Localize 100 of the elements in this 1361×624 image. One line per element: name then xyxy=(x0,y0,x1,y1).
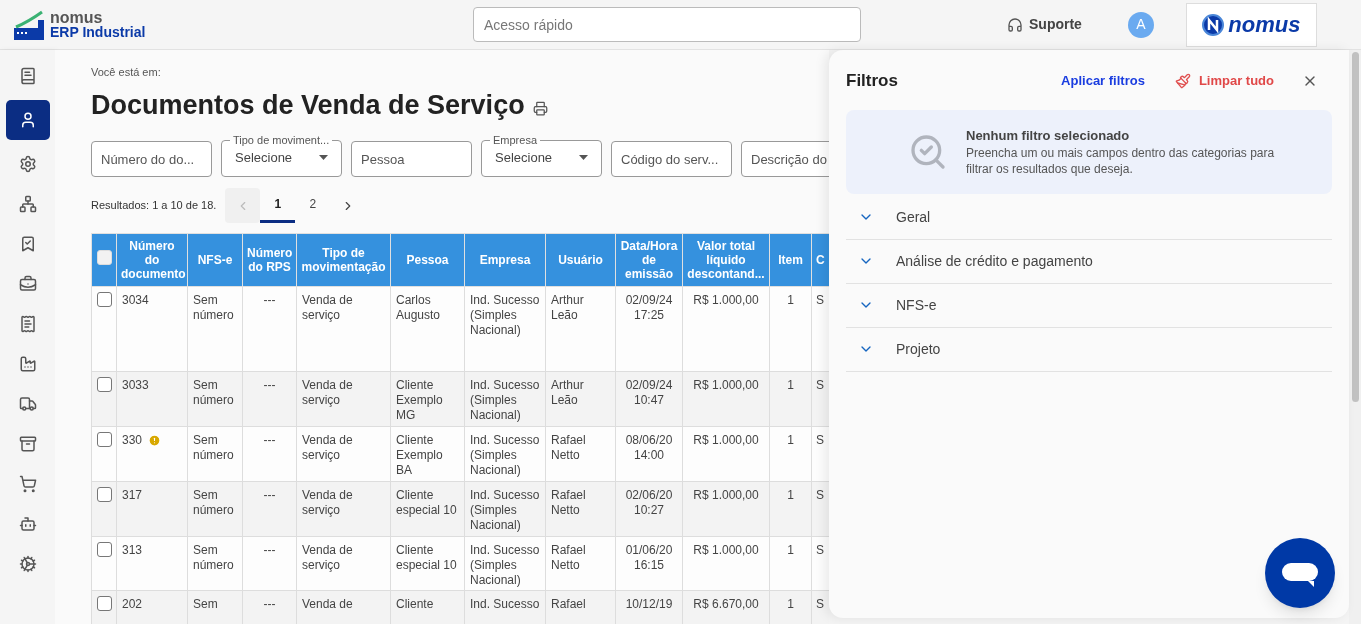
table-cell: Venda de serviço xyxy=(302,293,353,322)
filter-field[interactable]: Pessoa xyxy=(351,141,472,177)
table-cell: Sem xyxy=(193,597,218,611)
caret-icon xyxy=(579,155,588,161)
table-cell: 1 xyxy=(787,488,794,502)
table-cell: Venda de serviço xyxy=(302,378,353,407)
table-cell: Cliente Exemplo MG xyxy=(396,378,443,422)
table-cell: Cliente Exemplo BA xyxy=(396,433,443,477)
table-cell: Ind. Sucesso (Simples Nacional) xyxy=(470,293,540,337)
table-cell: S xyxy=(816,543,824,557)
archive-icon xyxy=(18,435,37,453)
logo-icon xyxy=(14,9,46,40)
select-field[interactable]: Tipo de moviment... Selecione xyxy=(221,135,342,177)
select-value: Selecione xyxy=(495,149,553,167)
filter-field[interactable]: Número do do... xyxy=(91,141,212,177)
table-cell: Sem número xyxy=(193,293,234,322)
book-icon xyxy=(18,67,37,85)
table-cell: 02/09/24 17:25 xyxy=(625,293,673,322)
scrollbar[interactable] xyxy=(1349,50,1361,624)
table-cell: 1 xyxy=(787,543,794,557)
table-cell: 313 xyxy=(122,543,143,558)
factory-icon xyxy=(18,355,37,373)
table-cell: Venda de serviço xyxy=(302,433,353,462)
sidebar-item[interactable] xyxy=(5,100,50,140)
table-cell: S xyxy=(816,433,824,447)
column-header[interactable]: Tipo de movimentação xyxy=(296,233,391,287)
table-cell: Arthur Leão xyxy=(551,378,584,407)
support-link[interactable]: Suporte xyxy=(1029,14,1082,35)
table-cell: 1 xyxy=(787,378,794,392)
checkbox[interactable] xyxy=(96,596,112,611)
table-cell: Ind. Sucesso (Simples Nacional) xyxy=(470,433,540,477)
table-cell: S xyxy=(816,293,824,307)
filter-section[interactable]: Projeto xyxy=(846,327,1332,372)
table-cell: Venda de serviço xyxy=(302,543,353,572)
page-title: Documentos de Venda de Serviço xyxy=(91,88,525,122)
table-cell: 1 xyxy=(787,597,794,611)
table-cell: 01/06/20 16:15 xyxy=(625,543,673,572)
table-cell: 10/12/19 xyxy=(625,597,673,611)
table-cell: 1 xyxy=(787,433,794,447)
breadcrumb: Você está em: xyxy=(91,65,162,80)
table-cell: Ind. Sucesso xyxy=(470,597,540,611)
panel-title: Filtros xyxy=(846,70,898,92)
warning-icon xyxy=(148,434,162,447)
gear-icon xyxy=(18,155,37,173)
filter-field[interactable]: Código do serv... xyxy=(611,141,732,177)
column-header[interactable]: Data/Hora de emissão xyxy=(615,233,683,287)
results-count: Resultados: 1 a 10 de 18. xyxy=(91,198,217,214)
checkbox[interactable] xyxy=(96,377,112,392)
print-icon[interactable] xyxy=(532,101,548,117)
filter-field[interactable]: Descrição do xyxy=(741,141,829,177)
column-header[interactable]: Número do RPS xyxy=(242,233,297,287)
table-cell: --- xyxy=(263,488,276,502)
table-cell: --- xyxy=(263,293,276,307)
quick-search-field[interactable]: Acesso rápido xyxy=(473,7,861,42)
checkbox[interactable] xyxy=(96,432,112,447)
table-cell: S xyxy=(816,378,824,392)
checkbox[interactable] xyxy=(96,292,112,307)
table-cell: Venda de serviço xyxy=(302,488,353,517)
column-header[interactable]: Item xyxy=(769,233,812,287)
table-cell: --- xyxy=(263,543,276,557)
checkbox[interactable] xyxy=(96,487,112,502)
page-button[interactable]: 2 xyxy=(295,188,331,223)
table-cell: Rafael xyxy=(551,597,586,611)
hierarchy-icon xyxy=(18,195,37,213)
brand-name: nomus xyxy=(50,10,104,25)
clear-all-button[interactable]: Limpar tudo xyxy=(1198,71,1274,91)
column-header[interactable]: Pessoa xyxy=(390,233,465,287)
select-field[interactable]: Empresa Selecione xyxy=(481,135,602,177)
column-header[interactable]: Usuário xyxy=(545,233,616,287)
logo-mark-icon xyxy=(1202,13,1225,36)
table-cell: R$ 6.670,00 xyxy=(693,597,759,611)
table-cell: R$ 1.000,00 xyxy=(693,488,759,502)
column-header[interactable]: NFS-e xyxy=(187,233,243,287)
table-cell: Ind. Sucesso (Simples Nacional) xyxy=(470,543,540,587)
table-cell: 3034 xyxy=(122,293,149,308)
filter-section[interactable]: Geral xyxy=(846,195,1332,240)
table-cell: Rafael Netto xyxy=(551,433,586,462)
apply-filters-button[interactable]: Aplicar filtros xyxy=(1061,71,1145,91)
table-cell: R$ 1.000,00 xyxy=(693,543,759,557)
table-cell: 02/09/24 10:47 xyxy=(625,378,673,407)
table-cell: 1 xyxy=(787,293,794,307)
table-cell: Ind. Sucesso (Simples Nacional) xyxy=(470,378,540,422)
receipt-icon xyxy=(18,315,37,333)
table-cell: 08/06/20 14:00 xyxy=(625,433,673,462)
empty-state-text: Preencha um ou mais campos dentro das categorias para filtrar os resultados que deseja. xyxy=(966,145,1276,178)
table-cell: Cliente especial 10 xyxy=(396,543,457,572)
column-header[interactable]: Número do documento xyxy=(116,233,188,287)
user-avatar[interactable]: A xyxy=(1127,11,1154,38)
filter-section[interactable]: Análise de crédito e pagamento xyxy=(846,239,1332,284)
column-header[interactable]: Valor total líquido descontand... xyxy=(682,233,770,287)
select-label: Empresa xyxy=(492,135,539,146)
table-cell: Cliente especial 10 xyxy=(396,488,457,517)
chat-button[interactable] xyxy=(1265,538,1335,608)
column-header[interactable]: Empresa xyxy=(464,233,546,287)
page-button[interactable]: 1 xyxy=(260,188,296,223)
table-cell: 3033 xyxy=(122,378,149,393)
checkbox[interactable] xyxy=(96,542,112,557)
empty-state-title: Nenhum filtro selecionado xyxy=(966,126,1131,145)
table-cell: R$ 1.000,00 xyxy=(693,433,759,447)
filter-section[interactable]: NFS-e xyxy=(846,283,1332,328)
